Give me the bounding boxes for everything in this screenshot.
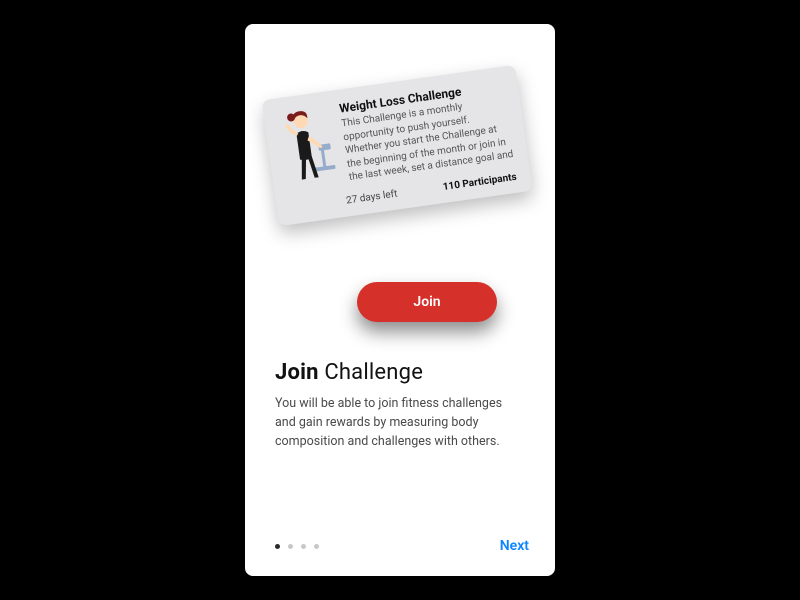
hero-illustration: Weight Loss Challenge This Challenge is … xyxy=(245,38,555,348)
headline: Join Challenge xyxy=(275,360,525,385)
challenge-card: Weight Loss Challenge This Challenge is … xyxy=(261,65,532,226)
workout-person-icon xyxy=(275,103,341,186)
headline-rest: Challenge xyxy=(319,360,423,385)
next-button[interactable]: Next xyxy=(500,538,529,554)
page-dot-2[interactable] xyxy=(288,544,293,549)
next-button-label: Next xyxy=(500,538,529,554)
onboarding-footer: Next xyxy=(245,534,555,558)
join-button[interactable]: Join xyxy=(357,282,497,322)
body-text: You will be able to join fitness challen… xyxy=(275,395,525,451)
headline-bold: Join xyxy=(275,360,319,385)
page-dot-1[interactable] xyxy=(275,544,280,549)
page-indicator xyxy=(275,544,319,549)
card-participants: 110 Participants xyxy=(442,171,517,192)
page-dot-4[interactable] xyxy=(314,544,319,549)
page-dot-3[interactable] xyxy=(301,544,306,549)
onboarding-copy: Join Challenge You will be able to join … xyxy=(275,360,525,451)
card-days-left: 27 days left xyxy=(345,188,398,206)
onboarding-screen: Weight Loss Challenge This Challenge is … xyxy=(245,24,555,576)
join-button-label: Join xyxy=(413,294,440,310)
